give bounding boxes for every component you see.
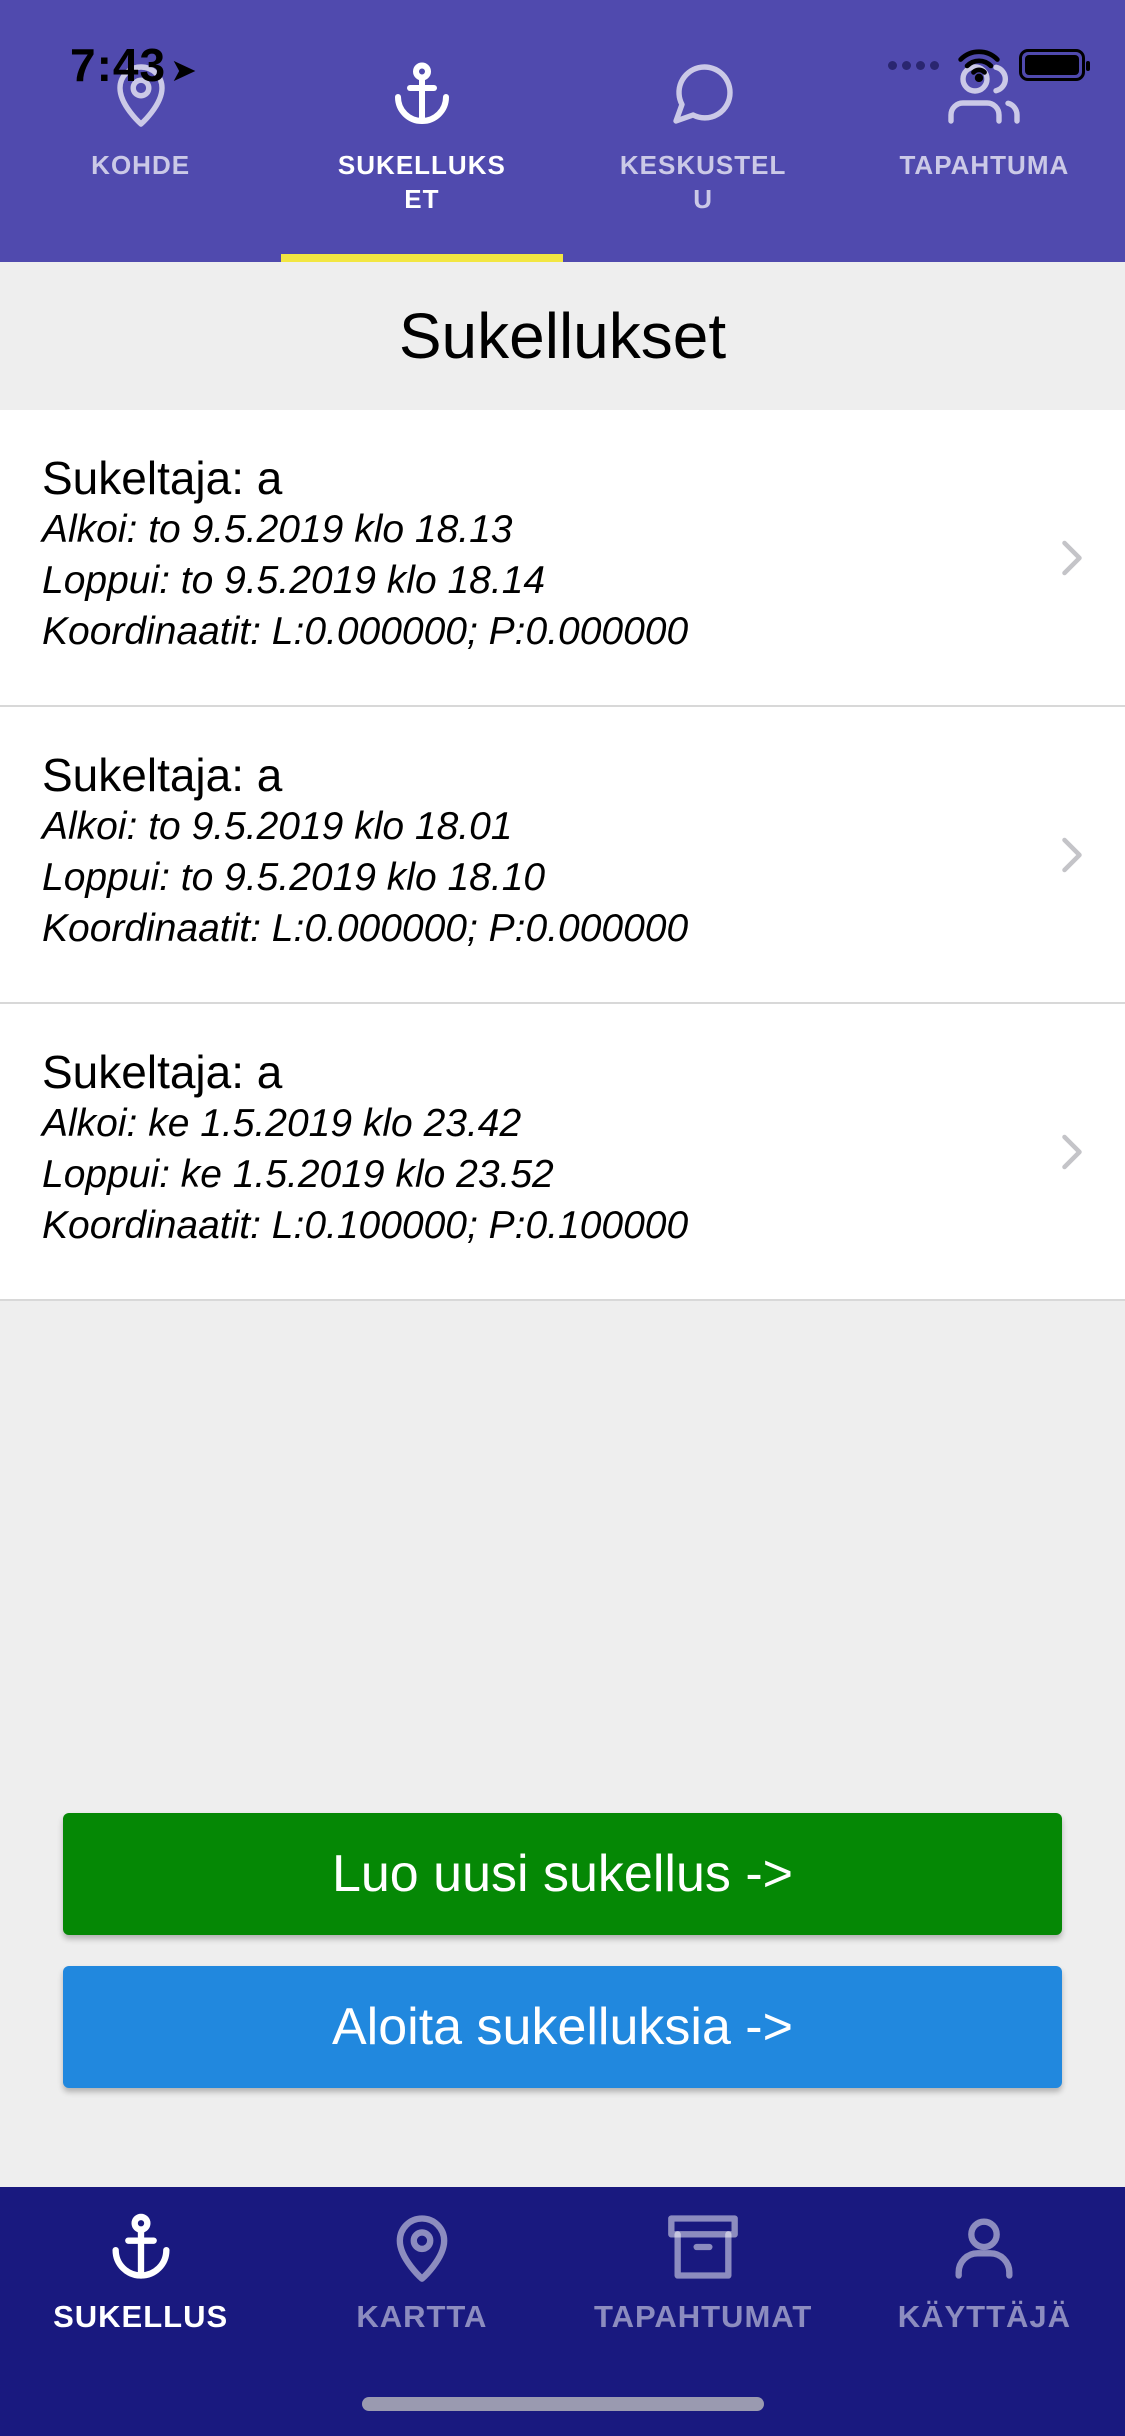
- tab-tapahtuma[interactable]: TAPAHTUMA: [844, 0, 1125, 262]
- bottom-tab-tapahtumat-label: TAPAHTUMAT: [593, 2299, 813, 2334]
- page-title: Sukellukset: [398, 300, 727, 372]
- anchor-icon: [112, 2213, 170, 2279]
- dive-start-time: Alkoi: ke 1.5.2019 klo 23.42: [42, 1102, 522, 1145]
- bottom-tab-sukellus-label: SUKELLUS: [53, 2299, 229, 2334]
- tab-indicator: [0, 254, 281, 262]
- dive-diver: Sukeltaja: a: [42, 452, 283, 504]
- status-time-text: 7:43: [70, 39, 167, 91]
- dive-end-time: Loppui: to 9.5.2019 klo 18.10: [42, 856, 546, 899]
- dive-start-time: Alkoi: to 9.5.2019 klo 18.01: [42, 805, 513, 848]
- tab-sukellukset[interactable]: SUKELLUKSET: [281, 0, 563, 262]
- tab-keskustelu-label: KESKUSTELU: [619, 150, 787, 214]
- status-indicators: [888, 48, 1090, 82]
- dive-coordinates: Koordinaatit: L:0.100000; P:0.100000: [42, 1204, 689, 1247]
- dive-list-item[interactable]: Sukeltaja: a Alkoi: ke 1.5.2019 klo 23.4…: [0, 1004, 1125, 1301]
- chevron-right-icon: [1062, 1134, 1082, 1170]
- tab-keskustelu[interactable]: KESKUSTELU: [563, 0, 844, 262]
- tab-indicator: [563, 254, 844, 262]
- app-screen: KOHDE SUKELLUKSET KESKUSTELU TAPAHTUMA 7…: [0, 0, 1125, 2436]
- cellular-signal-icon: [888, 60, 939, 70]
- start-dives-button[interactable]: Aloita sukelluksia ->: [63, 1966, 1062, 2088]
- dive-end-time: Loppui: to 9.5.2019 klo 18.14: [42, 559, 546, 602]
- dive-start-time: Alkoi: to 9.5.2019 klo 18.13: [42, 508, 513, 551]
- dive-list: Sukeltaja: a Alkoi: to 9.5.2019 klo 18.1…: [0, 410, 1125, 1301]
- dive-diver: Sukeltaja: a: [42, 749, 283, 801]
- tab-kohde-label: KOHDE: [91, 150, 191, 180]
- chevron-right-icon: [1062, 540, 1082, 576]
- status-time: 7:43 ➤: [70, 38, 198, 92]
- tab-indicator-active: [281, 254, 563, 262]
- anchor-icon: [394, 62, 449, 124]
- location-arrow-icon: ➤: [170, 52, 198, 88]
- dive-coordinates: Koordinaatit: L:0.000000; P:0.000000: [42, 610, 689, 653]
- bottom-tab-kayttaja[interactable]: KÄYTTÄJÄ: [844, 2187, 1125, 2436]
- battery-icon: [1019, 49, 1090, 81]
- dive-list-item[interactable]: Sukeltaja: a Alkoi: to 9.5.2019 klo 18.0…: [0, 707, 1125, 1004]
- dive-diver: Sukeltaja: a: [42, 1046, 283, 1098]
- bottom-tab-kartta-label: KARTTA: [356, 2299, 488, 2334]
- home-indicator[interactable]: [362, 2397, 764, 2411]
- create-dive-button[interactable]: Luo uusi sukellus ->: [63, 1813, 1062, 1935]
- user-icon: [955, 2218, 1013, 2279]
- archive-box-icon: [668, 2215, 738, 2279]
- wifi-icon: [958, 49, 1000, 82]
- bottom-tab-sukellus[interactable]: SUKELLUS: [0, 2187, 281, 2436]
- dive-list-item[interactable]: Sukeltaja: a Alkoi: to 9.5.2019 klo 18.1…: [0, 410, 1125, 707]
- chat-bubble-icon: [673, 64, 733, 124]
- chevron-right-icon: [1062, 837, 1082, 873]
- top-tab-bar: KOHDE SUKELLUKSET KESKUSTELU TAPAHTUMA 7…: [0, 0, 1125, 262]
- tab-tapahtuma-label: TAPAHTUMA: [899, 150, 1070, 180]
- tab-indicator: [844, 254, 1125, 262]
- dive-coordinates: Koordinaatit: L:0.000000; P:0.000000: [42, 907, 689, 950]
- page-header: Sukellukset: [0, 262, 1125, 410]
- location-pin-icon: [396, 2215, 448, 2282]
- dive-end-time: Loppui: ke 1.5.2019 klo 23.52: [42, 1153, 554, 1196]
- bottom-tab-kayttaja-label: KÄYTTÄJÄ: [897, 2299, 1072, 2334]
- tab-sukellukset-label: SUKELLUKSET: [337, 150, 506, 214]
